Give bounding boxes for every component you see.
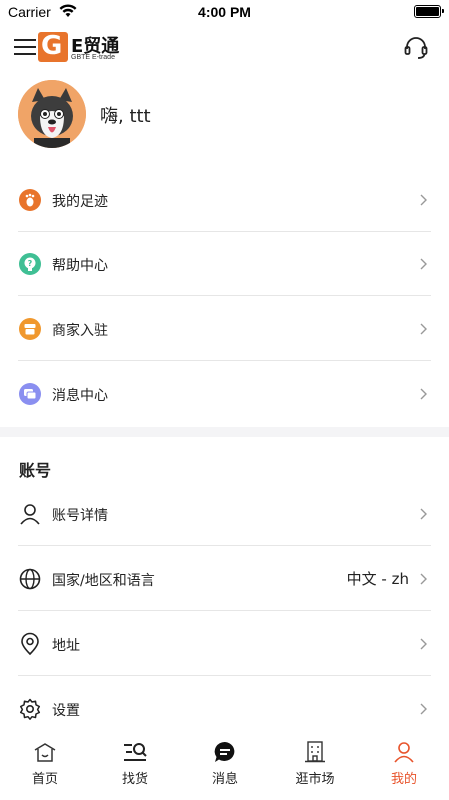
tab-mine[interactable]: 我的 bbox=[359, 730, 449, 790]
profile-header[interactable]: 嗨, ttt bbox=[0, 78, 449, 150]
battery-icon bbox=[414, 5, 444, 18]
chat-icon bbox=[214, 741, 235, 762]
location-icon bbox=[21, 632, 39, 656]
chevron-right-icon bbox=[420, 573, 427, 585]
avatar[interactable] bbox=[18, 80, 86, 148]
chevron-right-icon bbox=[420, 638, 427, 650]
tab-messages[interactable]: 消息 bbox=[180, 730, 270, 790]
globe-icon bbox=[19, 568, 41, 590]
tab-find-goods[interactable]: 找货 bbox=[90, 730, 180, 790]
divider bbox=[18, 360, 431, 361]
top-bar: G E贸通 GBTE E-trade bbox=[0, 26, 449, 70]
account-item-label: 地址 bbox=[52, 638, 80, 654]
menu-item-label: 帮助中心 bbox=[52, 258, 108, 274]
account-item-region-language[interactable]: 国家/地区和语言 中文 - zh bbox=[0, 547, 449, 611]
search-goods-icon bbox=[124, 743, 147, 761]
bottom-tab-bar: 首页 找货 消息 逛市场 我的 bbox=[0, 730, 449, 800]
clock: 4:00 PM bbox=[198, 4, 251, 20]
account-item-label: 账号详情 bbox=[52, 508, 108, 524]
chevron-right-icon bbox=[420, 323, 427, 335]
divider bbox=[18, 545, 431, 546]
section-separator bbox=[0, 427, 449, 437]
logo-subtitle: GBTE E-trade bbox=[71, 54, 115, 61]
menu-item-label: 商家入驻 bbox=[52, 323, 108, 339]
language-value: 中文 - zh bbox=[346, 570, 409, 588]
divider bbox=[18, 610, 431, 611]
tab-label: 我的 bbox=[390, 772, 417, 787]
tab-label: 找货 bbox=[121, 772, 148, 787]
divider bbox=[18, 295, 431, 296]
tab-label: 逛市场 bbox=[295, 772, 335, 787]
tab-home[interactable]: 首页 bbox=[0, 730, 90, 790]
help-icon: ? bbox=[19, 253, 41, 275]
footprint-icon bbox=[19, 189, 41, 211]
account-item-address[interactable]: 地址 bbox=[0, 612, 449, 676]
tab-market[interactable]: 逛市场 bbox=[270, 730, 360, 790]
chevron-right-icon bbox=[420, 388, 427, 400]
menu-item-label: 消息中心 bbox=[52, 388, 108, 404]
home-icon bbox=[34, 743, 56, 762]
tab-label: 消息 bbox=[211, 772, 238, 787]
message-icon bbox=[19, 383, 41, 405]
hamburger-menu-icon[interactable] bbox=[14, 36, 36, 58]
account-item-label: 设置 bbox=[52, 703, 80, 719]
status-bar: Carrier 4:00 PM bbox=[0, 0, 449, 26]
account-item-details[interactable]: 账号详情 bbox=[0, 482, 449, 546]
menu-item-message-center[interactable]: 消息中心 bbox=[0, 362, 449, 426]
dog-avatar-icon bbox=[18, 80, 86, 148]
logo-mark: G bbox=[38, 31, 68, 62]
account-section-title: 账号 bbox=[19, 461, 52, 480]
menu-item-footprints[interactable]: 我的足迹 bbox=[0, 168, 449, 232]
menu-item-help-center[interactable]: ? 帮助中心 bbox=[0, 232, 449, 296]
settings-icon bbox=[19, 698, 41, 720]
customer-service-icon[interactable] bbox=[403, 35, 429, 61]
user-icon bbox=[20, 504, 40, 525]
greeting-text: 嗨, ttt bbox=[100, 106, 151, 127]
chevron-right-icon bbox=[420, 703, 427, 715]
menu-item-merchant-join[interactable]: 商家入驻 bbox=[0, 297, 449, 361]
chevron-right-icon bbox=[420, 508, 427, 520]
tab-label: 首页 bbox=[31, 772, 58, 787]
chevron-right-icon bbox=[420, 258, 427, 270]
menu-item-label: 我的足迹 bbox=[52, 194, 108, 210]
store-icon bbox=[19, 318, 41, 340]
profile-icon bbox=[394, 742, 414, 763]
chevron-right-icon bbox=[420, 194, 427, 206]
market-icon bbox=[305, 741, 325, 763]
divider bbox=[18, 675, 431, 676]
account-item-label: 国家/地区和语言 bbox=[52, 573, 155, 589]
app-logo: G E贸通 GBTE E-trade bbox=[38, 31, 130, 64]
svg-text:?: ? bbox=[28, 259, 33, 268]
